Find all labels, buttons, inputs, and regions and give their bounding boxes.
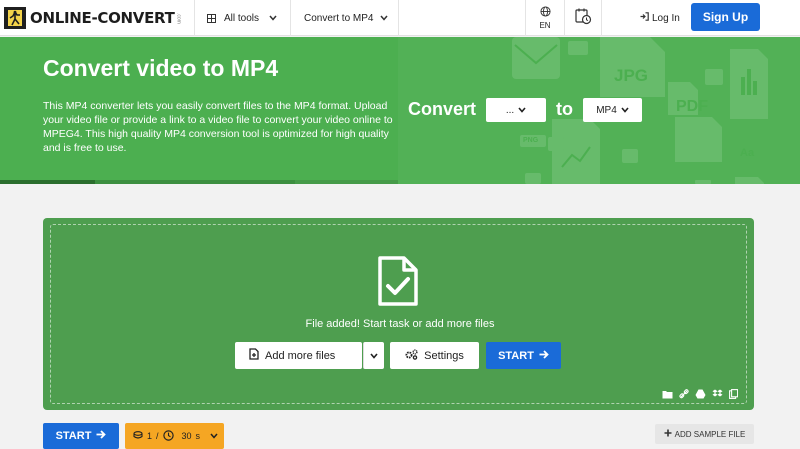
usage-limits-dropdown[interactable]: 1 / 30 s	[125, 423, 224, 449]
files-count: 1	[147, 431, 153, 441]
clipboard-icon[interactable]	[729, 386, 739, 404]
folder-icon[interactable]	[662, 386, 673, 404]
source-format-select[interactable]: ...	[486, 98, 546, 122]
jpg-badge: JPG	[614, 66, 649, 85]
png-badge: PNG	[523, 137, 539, 144]
history-icon	[574, 7, 592, 30]
chevron-down-icon	[269, 15, 277, 21]
hero-banner: JPG PDF PNG Aa Convert video to MP4 This…	[0, 37, 800, 184]
brand-suffix: .com	[175, 12, 182, 24]
target-format-value: MP4	[596, 104, 617, 116]
files-separator: /	[156, 431, 159, 441]
add-sample-file-label: ADD SAMPLE FILE	[674, 429, 746, 439]
font-badge: Aa	[740, 147, 755, 159]
chevron-down-icon	[210, 431, 218, 441]
brand-name: ONLINE-CONVERT	[30, 9, 175, 27]
convert-label: Convert	[408, 99, 477, 119]
file-check-icon	[376, 256, 420, 313]
upload-source-dropdown[interactable]	[363, 342, 384, 369]
gears-icon	[405, 348, 418, 363]
to-label: to	[556, 99, 573, 119]
nav-divider	[398, 0, 399, 36]
coin-icon	[133, 431, 143, 441]
globe-icon	[539, 6, 551, 19]
grid-icon	[207, 13, 216, 23]
top-navigation: ONLINE-CONVERT .com All tools Convert to…	[0, 0, 800, 36]
google-drive-icon[interactable]	[695, 386, 706, 404]
page-description: This MP4 converter lets you easily conve…	[43, 100, 393, 154]
all-tools-label: All tools	[224, 12, 260, 24]
history-button[interactable]	[565, 0, 601, 36]
add-more-files-label: Add more files	[265, 349, 336, 362]
chevron-down-icon	[380, 15, 389, 21]
start-button[interactable]: START	[486, 342, 561, 369]
login-icon	[640, 12, 649, 24]
settings-button[interactable]: Settings	[390, 342, 479, 369]
dropzone-border	[50, 224, 747, 404]
nav-divider	[194, 0, 195, 36]
dropbox-icon[interactable]	[712, 386, 723, 404]
logo-mark-icon	[4, 7, 26, 29]
arrow-right-icon	[539, 349, 549, 362]
language-label: EN	[539, 21, 551, 30]
settings-label: Settings	[424, 349, 464, 362]
add-sample-file-button[interactable]: ADD SAMPLE FILE	[655, 424, 754, 444]
login-label: Log In	[652, 12, 680, 24]
start-button-secondary[interactable]: START	[43, 423, 119, 449]
time-value: 30	[181, 431, 192, 441]
nav-divider	[601, 0, 602, 36]
upload-dropzone[interactable]	[43, 218, 754, 410]
converter-menu[interactable]: Convert to MP4	[304, 0, 389, 36]
dropzone-message: File added! Start task or add more files	[305, 318, 495, 330]
link-icon[interactable]	[679, 386, 689, 404]
chevron-down-icon	[621, 105, 629, 116]
chevron-down-icon	[370, 350, 378, 362]
source-format-value: ...	[505, 104, 515, 116]
start-label: START	[55, 430, 92, 442]
converter-menu-label: Convert to MP4	[304, 12, 374, 24]
upload-source-tools	[662, 386, 739, 404]
signup-button[interactable]: Sign Up	[691, 3, 760, 31]
pdf-badge: PDF	[676, 98, 708, 115]
language-selector[interactable]: EN	[526, 0, 564, 36]
clock-icon	[162, 429, 174, 443]
plus-icon	[664, 429, 672, 439]
file-plus-icon	[249, 348, 259, 363]
time-unit: s	[195, 431, 201, 441]
page-title: Convert video to MP4	[43, 55, 279, 81]
target-format-select[interactable]: MP4	[583, 98, 642, 122]
add-more-files-button[interactable]: Add more files	[235, 342, 362, 369]
nav-divider	[290, 0, 291, 36]
start-label: START	[498, 349, 534, 362]
arrow-right-icon	[96, 430, 107, 442]
brand-logo[interactable]: ONLINE-CONVERT .com	[4, 6, 182, 30]
login-link[interactable]: Log In	[640, 0, 680, 36]
chevron-down-icon	[518, 105, 526, 116]
all-tools-menu[interactable]: All tools	[207, 0, 277, 36]
